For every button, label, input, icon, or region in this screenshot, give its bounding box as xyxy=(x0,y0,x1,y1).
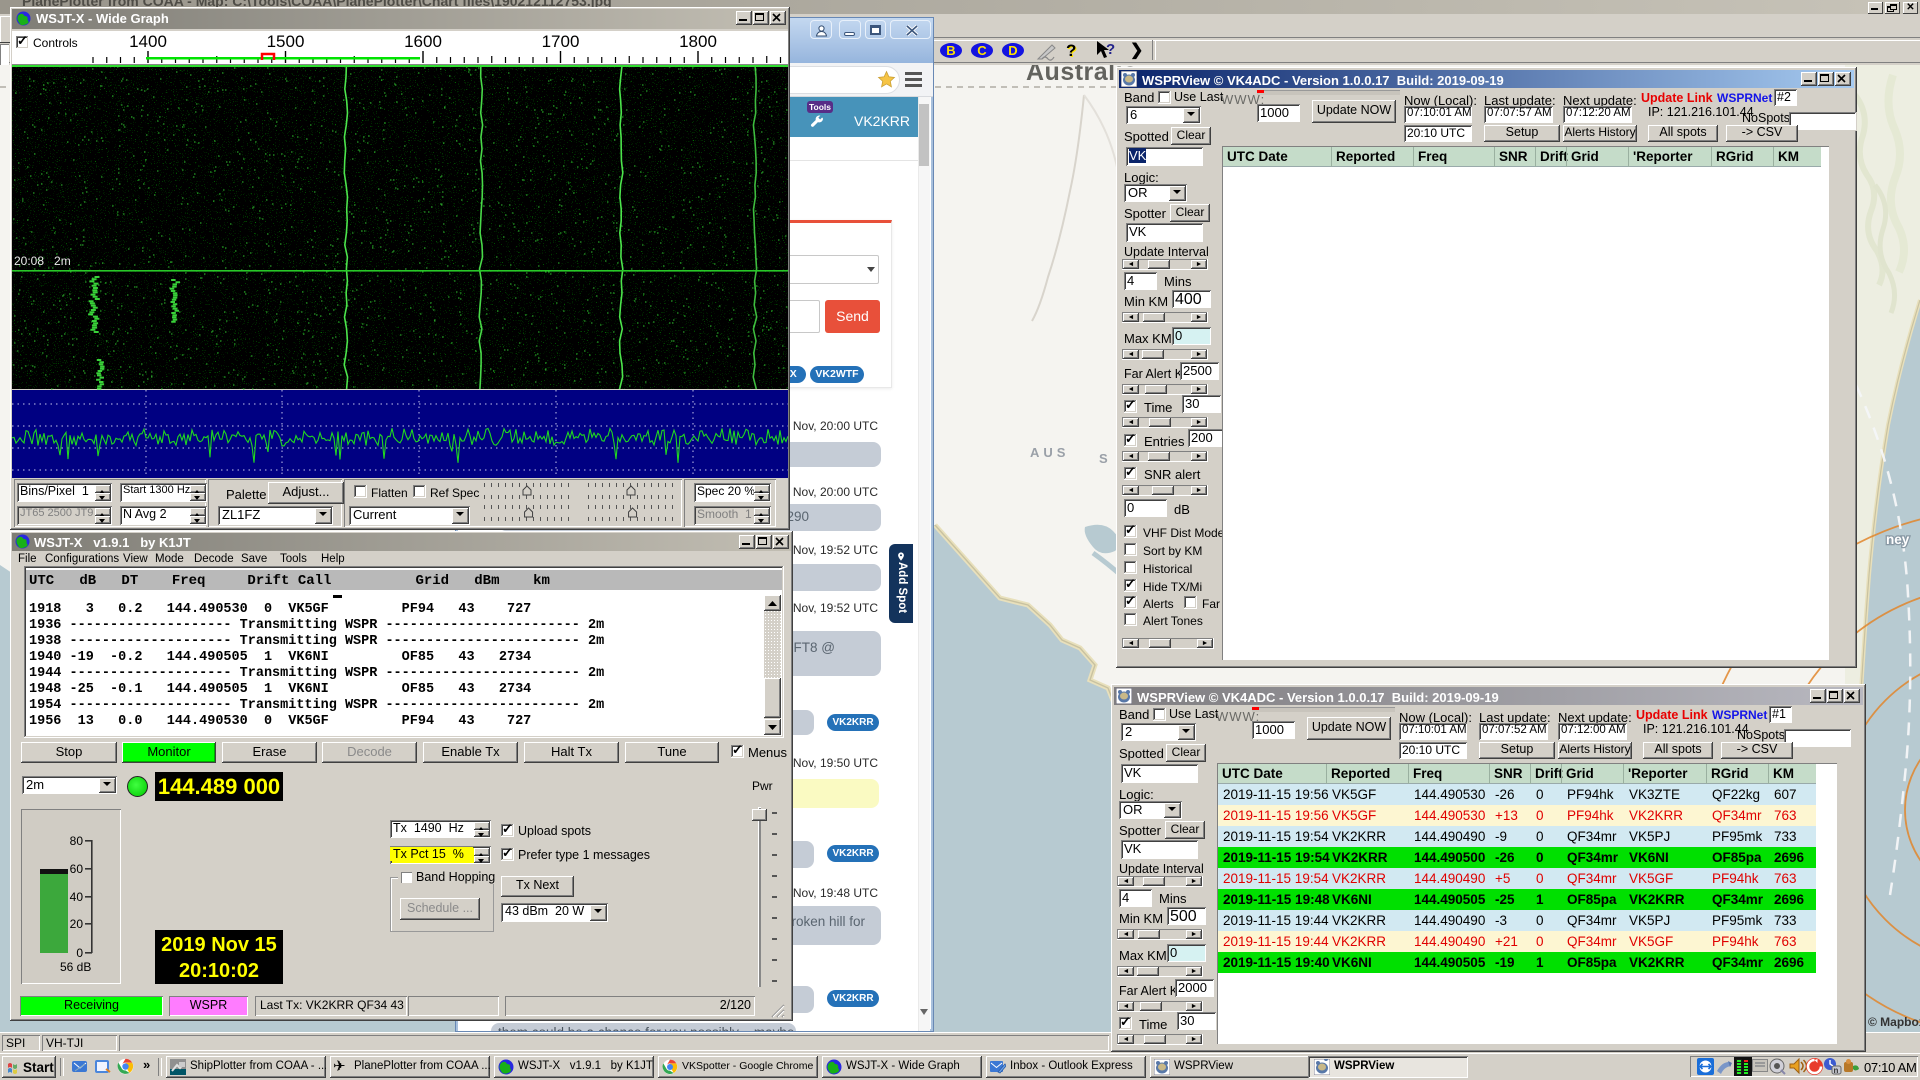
svg-text:?: ? xyxy=(1106,41,1115,58)
svg-text:1400: 1400 xyxy=(129,32,167,51)
svg-text:1800: 1800 xyxy=(679,32,717,51)
svg-text:1500: 1500 xyxy=(267,32,305,51)
svg-text:60: 60 xyxy=(70,862,84,876)
svg-text:© Mapbox: © Mapbox xyxy=(1868,1015,1920,1029)
svg-text:1600: 1600 xyxy=(404,32,442,51)
svg-text:20: 20 xyxy=(70,917,84,931)
svg-text:1700: 1700 xyxy=(542,32,580,51)
svg-text:20:08 2m: 20:08 2m xyxy=(14,254,71,268)
svg-text:40: 40 xyxy=(70,890,84,904)
svg-text:0: 0 xyxy=(76,946,83,959)
svg-text:ney: ney xyxy=(1886,532,1910,547)
svg-text:AUS: AUS xyxy=(1030,445,1069,460)
svg-text:S: S xyxy=(1099,451,1113,466)
svg-text:80: 80 xyxy=(70,834,84,848)
svg-text:n: n xyxy=(1834,1066,1839,1075)
